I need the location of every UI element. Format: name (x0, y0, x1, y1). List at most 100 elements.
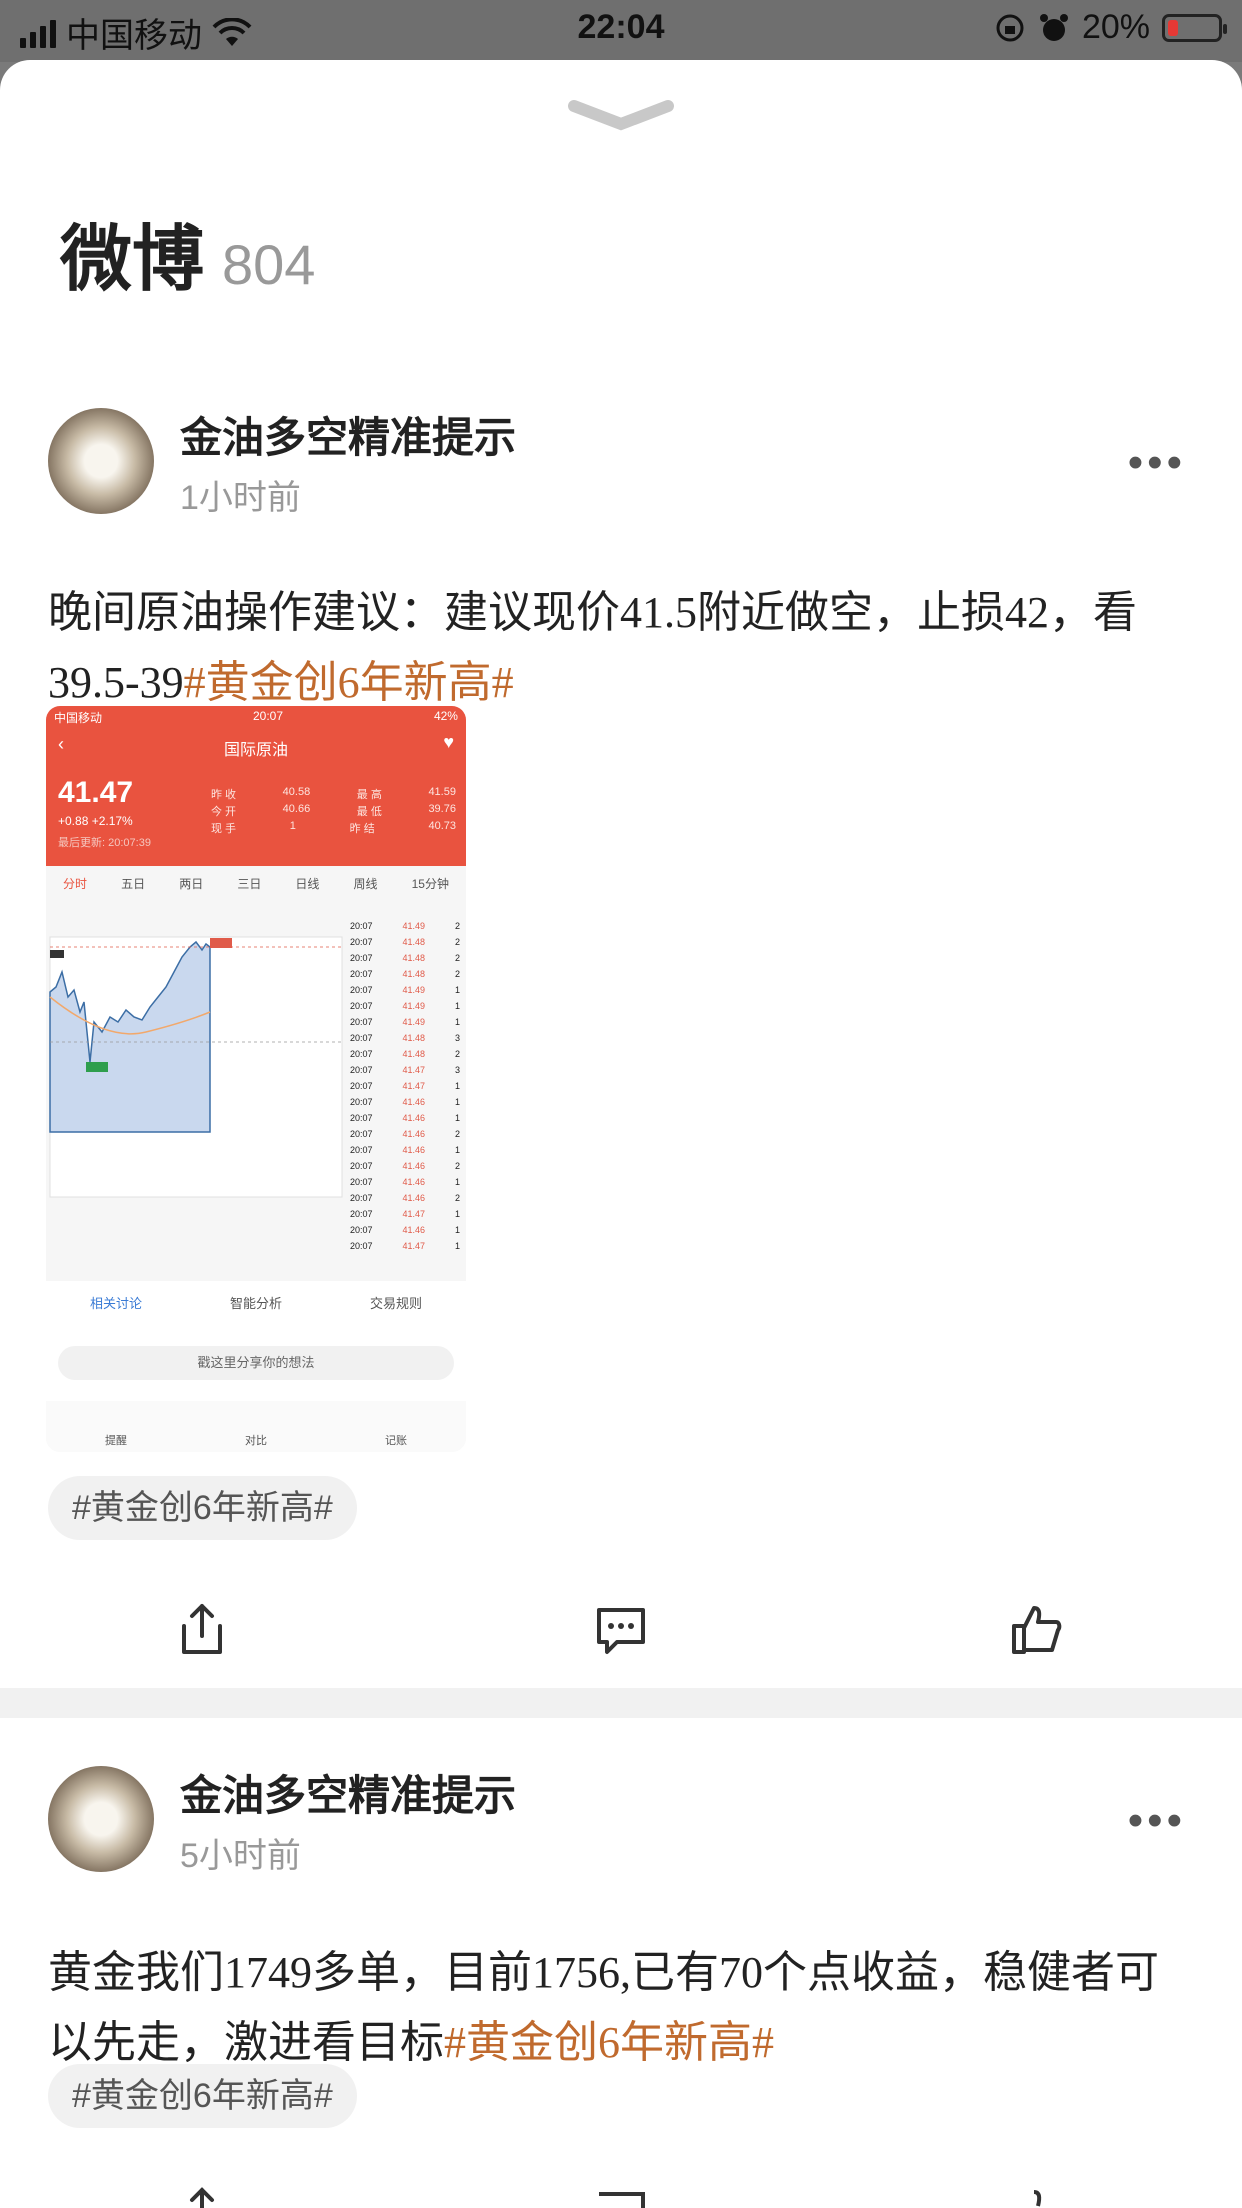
embedded-tab: 五日 (121, 876, 146, 891)
more-icon[interactable]: ••• (1128, 438, 1186, 488)
stat-label: 现 手 (211, 823, 237, 835)
author-name[interactable]: 金油多空精准提示 (180, 1762, 516, 1823)
post-actions (0, 2184, 1242, 2208)
tick-price: 41.47 (402, 1081, 426, 1091)
embedded-battery: 42% (433, 709, 458, 723)
tick-time: 20:07 (350, 1001, 373, 1011)
comment-icon[interactable] (591, 1600, 651, 1660)
tick-time: 20:07 (350, 1193, 373, 1203)
tick-time: 20:07 (350, 953, 373, 963)
embedded-tab: 两日 (179, 876, 204, 891)
like-icon[interactable] (1006, 1600, 1066, 1660)
tick-price: 41.46 (402, 1145, 426, 1155)
tick-row: 20:07 41.49 2 (350, 921, 460, 937)
share-icon[interactable] (172, 2184, 232, 2208)
stat-label: 最 高 (356, 789, 382, 801)
status-bar: 中国移动 22:04 20% (0, 0, 1242, 62)
tick-row: 20:07 41.49 1 (350, 1017, 460, 1033)
tick-row: 20:07 41.48 2 (350, 937, 460, 953)
tick-volume: 2 (454, 1193, 460, 1203)
stat-value: 41.59 (428, 786, 456, 798)
sheet-header: 微博 804 (60, 200, 315, 305)
tick-price: 41.49 (402, 985, 426, 995)
author-name[interactable]: 金油多空精准提示 (180, 404, 516, 465)
page-title: 微博 (60, 220, 205, 300)
tick-volume: 2 (454, 1129, 460, 1139)
embedded-dock: 提醒 对比 记账 (46, 1401, 466, 1452)
avatar[interactable] (48, 408, 154, 514)
topic-chip[interactable]: #黄金创6年新高# (48, 2064, 357, 2128)
avatar[interactable] (48, 1766, 154, 1872)
tick-price: 41.46 (402, 1177, 426, 1187)
tick-volume: 2 (454, 1049, 460, 1059)
tick-time: 20:07 (350, 1081, 373, 1091)
like-icon[interactable] (1006, 2184, 1066, 2208)
post-image[interactable]: 中国移动 20:07 42% ‹ 国际原油 ♥ 41.47 +0.88 +2.1… (46, 706, 466, 1452)
tick-time: 20:07 (350, 921, 373, 931)
topic-chip[interactable]: #黄金创6年新高# (48, 1476, 357, 1540)
tick-volume: 1 (454, 1225, 460, 1235)
post-count: 804 (222, 233, 316, 296)
tick-row: 20:07 41.48 2 (350, 953, 460, 969)
embedded-dock-item: 对比 (245, 1435, 267, 1447)
tick-volume: 1 (454, 1001, 460, 1011)
embedded-change: +0.88 +2.17% (58, 814, 133, 828)
tick-volume: 1 (454, 1113, 460, 1123)
tick-row: 20:07 41.47 1 (350, 1209, 460, 1225)
chevron-down-icon[interactable] (566, 98, 676, 138)
tick-row: 20:07 41.46 1 (350, 1145, 460, 1161)
tick-time: 20:07 (350, 985, 373, 995)
tick-volume: 1 (454, 1145, 460, 1155)
tick-price: 41.46 (402, 1097, 426, 1107)
tick-row: 20:07 41.46 1 (350, 1177, 460, 1193)
tick-price: 41.46 (402, 1193, 426, 1203)
tick-volume: 1 (454, 1081, 460, 1091)
tick-time: 20:07 (350, 1049, 373, 1059)
tick-row: 20:07 41.46 1 (350, 1113, 460, 1129)
quote-header: 中国移动 20:07 42% ‹ 国际原油 ♥ 41.47 +0.88 +2.1… (46, 706, 466, 866)
stat-row: 现 手 1 昨 结 40.73 (211, 820, 456, 837)
share-icon[interactable] (172, 1600, 232, 1660)
embedded-tab: 15分钟 (411, 876, 449, 891)
tick-row: 20:07 41.46 1 (350, 1097, 460, 1113)
stat-row: 今 开 40.66 最 低 39.76 (211, 803, 456, 820)
hashtag-link[interactable]: #黄金创6年新高# (444, 2018, 774, 2067)
more-icon[interactable]: ••• (1128, 1796, 1186, 1846)
tick-row: 20:07 41.49 1 (350, 985, 460, 1001)
tick-price: 41.47 (402, 1209, 426, 1219)
comment-icon[interactable] (591, 2184, 651, 2208)
embedded-bottom-tab: 交易规则 (369, 1296, 422, 1311)
tick-row: 20:07 41.47 1 (350, 1081, 460, 1097)
post-text: 黄金我们1749多单，目前1756,已有70个点收益，稳健者可以先走，激进看目标… (48, 1938, 1198, 2078)
hashtag-link[interactable]: #黄金创6年新高# (184, 658, 514, 707)
embedded-time: 20:07 (252, 709, 283, 723)
embedded-tab: 三日 (237, 876, 262, 891)
tick-volume: 3 (454, 1033, 460, 1043)
post-divider (0, 1688, 1242, 1718)
post-time: 5小时前 (180, 1837, 301, 1875)
stat-value: 40.73 (428, 820, 456, 832)
embedded-input: 戳这里分享你的想法 (58, 1346, 454, 1380)
tick-row: 20:07 41.46 2 (350, 1161, 460, 1177)
stat-label: 昨 结 (349, 823, 375, 835)
tick-time: 20:07 (350, 1033, 373, 1043)
embedded-updated: 最后更新: 20:07:39 (58, 837, 151, 849)
tick-price: 41.48 (402, 953, 426, 963)
post-text: 晚间原油操作建议：建议现价41.5附近做空，止损42，看39.5-39#黄金创6… (48, 578, 1198, 718)
embedded-dock-item: 提醒 (105, 1435, 127, 1447)
tick-time: 20:07 (350, 969, 373, 979)
tick-price: 41.47 (402, 1065, 426, 1075)
tick-price: 41.48 (402, 1049, 426, 1059)
stat-value: 39.76 (428, 803, 456, 815)
tick-price: 41.46 (402, 1161, 426, 1171)
battery-icon (1162, 13, 1227, 42)
embedded-price: 41.47 (58, 776, 134, 809)
heart-icon: ♥ (443, 732, 454, 752)
tick-row: 20:07 41.47 3 (350, 1065, 460, 1081)
tick-price: 41.47 (402, 1241, 426, 1251)
tick-time: 20:07 (350, 1177, 373, 1187)
embedded-bottom-tab: 智能分析 (229, 1296, 282, 1311)
weibo-sheet: 微博 804 金油多空精准提示 1小时前 ••• 晚间原油操作建议：建议现价41… (0, 60, 1242, 2208)
tick-volume: 1 (454, 1017, 460, 1027)
tick-time: 20:07 (350, 1113, 373, 1123)
